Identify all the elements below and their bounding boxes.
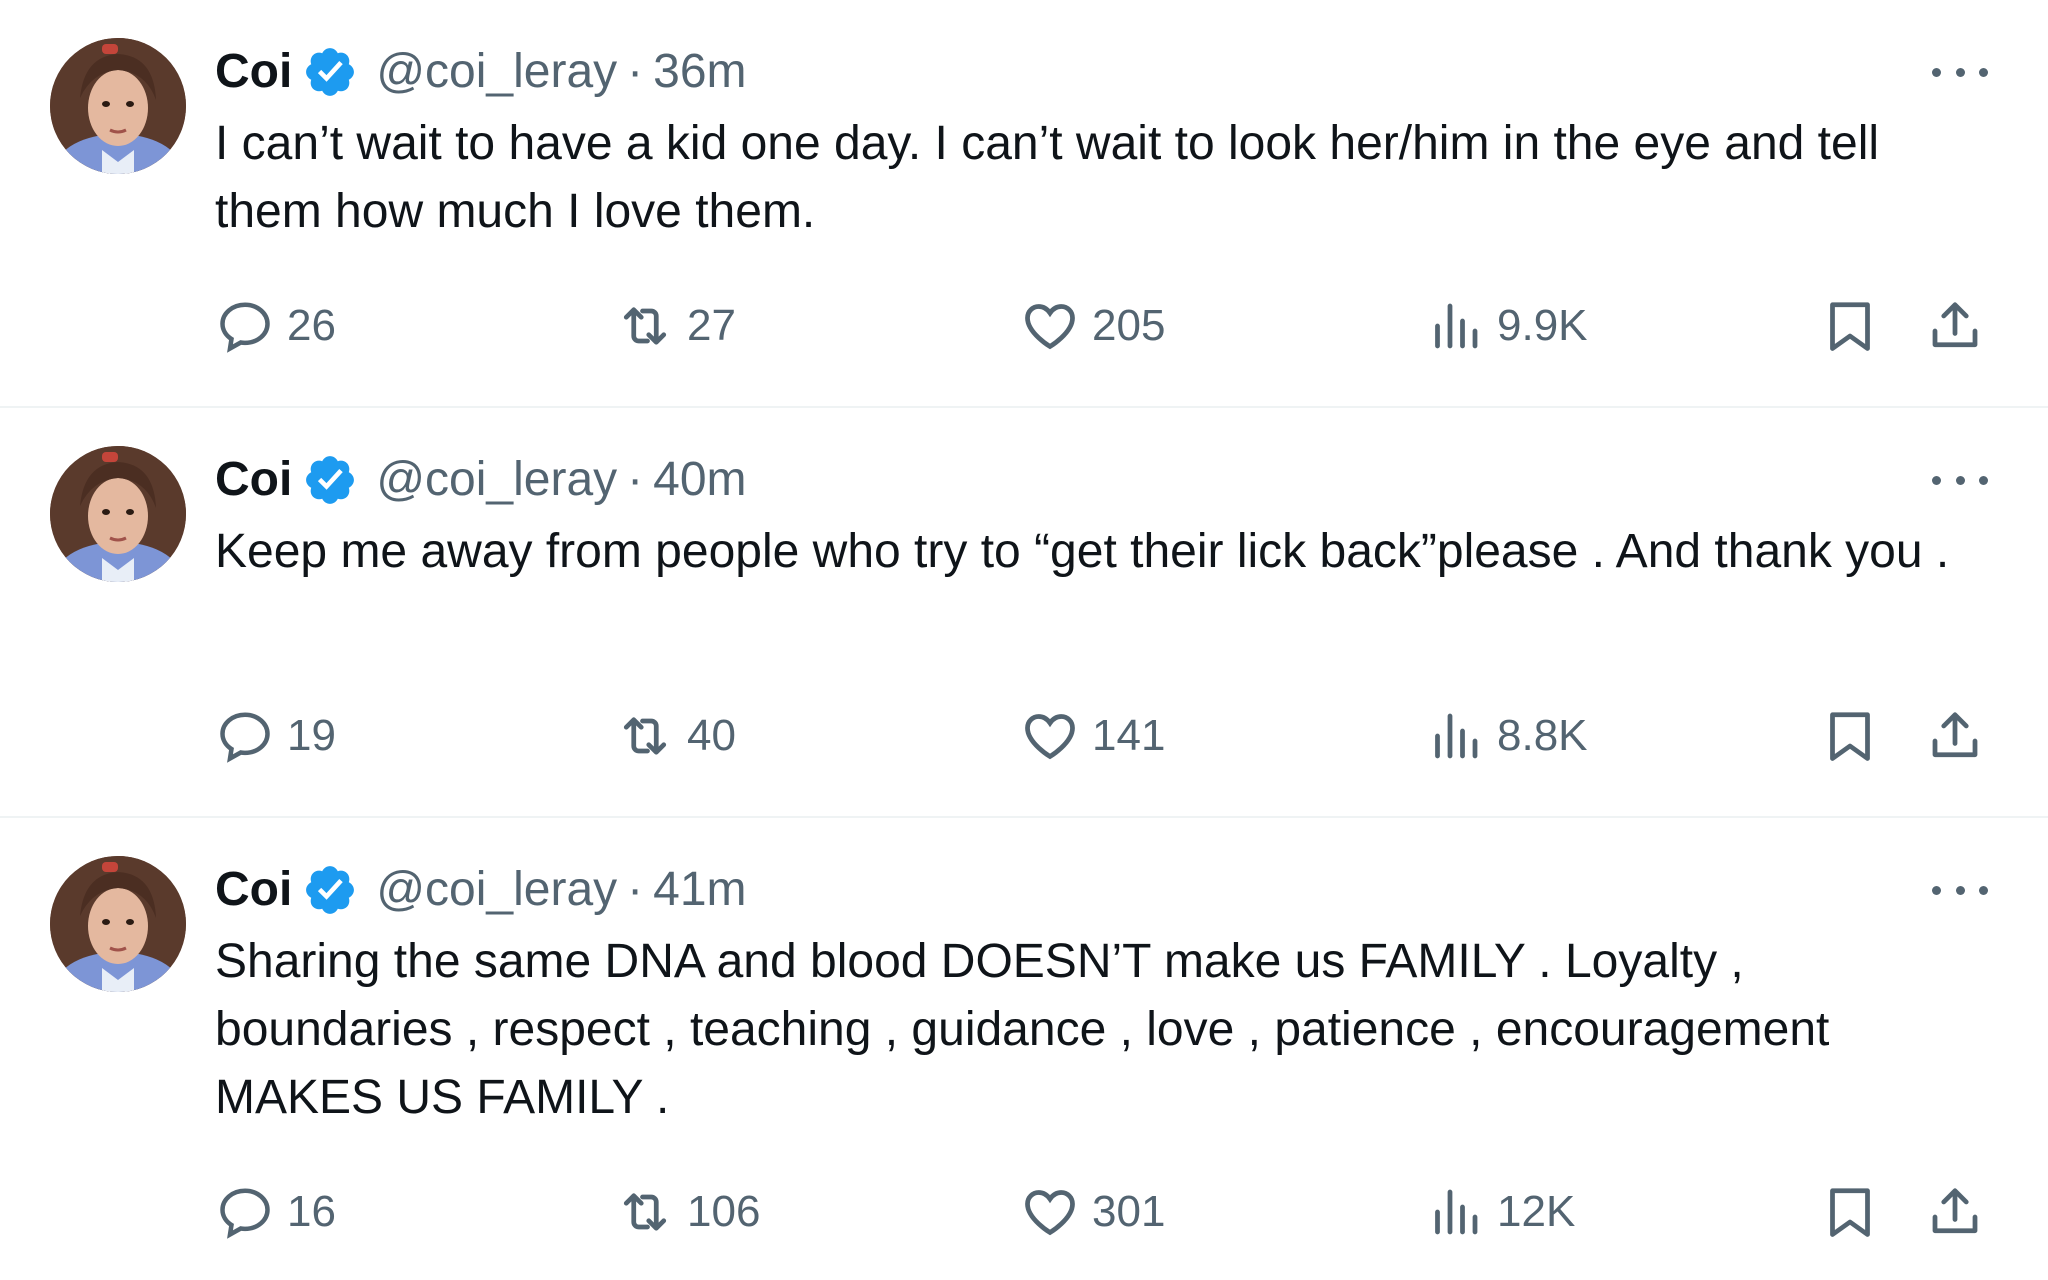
avatar[interactable] — [50, 856, 186, 992]
view-count: 12K — [1497, 1187, 1576, 1236]
reply-button[interactable]: 26 — [215, 294, 336, 358]
view-count: 9.9K — [1497, 301, 1588, 350]
views-button[interactable]: 8.8K — [1425, 704, 1588, 768]
tweet-body: Coi @coi_leray · 41m Sharing the same DN… — [215, 848, 1988, 1132]
display-name[interactable]: Coi — [215, 866, 292, 914]
tweet-header: Coi @coi_leray · 36m — [215, 30, 1988, 114]
bookmark-button[interactable] — [1820, 1180, 1892, 1244]
views-chart-icon — [1435, 303, 1478, 349]
more-options-icon[interactable] — [1932, 460, 1988, 500]
action-bar: 19 40 141 8.8K — [215, 704, 1988, 768]
tweet-body: Coi @coi_leray · 40m Keep me away from p… — [215, 438, 1988, 586]
action-bar: 26 27 205 9.9K — [215, 294, 1988, 358]
like-button[interactable]: 141 — [1020, 704, 1165, 768]
bookmark-button[interactable] — [1820, 294, 1892, 358]
retweet-button[interactable]: 27 — [615, 294, 736, 358]
verified-badge-icon — [302, 452, 358, 508]
retweet-button[interactable]: 106 — [615, 1180, 760, 1244]
share-icon — [1932, 1188, 1978, 1234]
view-count: 8.8K — [1497, 711, 1588, 760]
views-chart-icon — [1435, 713, 1478, 759]
tweet-body: Coi @coi_leray · 36m I can’t wait to hav… — [215, 30, 1988, 246]
bookmark-icon — [1830, 302, 1870, 351]
views-button[interactable]: 9.9K — [1425, 294, 1588, 358]
tweet-header: Coi @coi_leray · 41m — [215, 848, 1988, 932]
reply-button[interactable]: 19 — [215, 704, 336, 768]
bookmark-button[interactable] — [1820, 704, 1892, 768]
reply-count: 16 — [287, 1187, 336, 1236]
heart-icon — [1025, 1190, 1075, 1236]
share-icon — [1932, 712, 1978, 758]
user-handle[interactable]: @coi_leray — [376, 866, 617, 914]
share-button[interactable] — [1925, 1180, 1997, 1244]
retweet-icon — [623, 1193, 667, 1231]
retweet-count: 27 — [687, 301, 736, 350]
separator-dot: · — [627, 863, 644, 916]
share-button[interactable] — [1925, 294, 1997, 358]
share-icon — [1932, 302, 1978, 348]
verified-badge-icon — [302, 862, 358, 918]
separator-dot: · — [627, 45, 644, 98]
more-options-icon[interactable] — [1932, 870, 1988, 910]
retweet-button[interactable]: 40 — [615, 704, 736, 768]
tweet-feed: Coi @coi_leray · 36m I can’t wait to hav… — [0, 0, 2048, 1280]
user-handle[interactable]: @coi_leray — [376, 456, 617, 504]
action-bar: 16 106 301 12K — [215, 1180, 1988, 1244]
like-button[interactable]: 301 — [1020, 1180, 1165, 1244]
like-button[interactable]: 205 — [1020, 294, 1165, 358]
retweet-count: 106 — [687, 1187, 761, 1236]
views-chart-icon — [1435, 1189, 1478, 1235]
heart-icon — [1025, 714, 1075, 760]
reply-icon — [220, 1188, 270, 1239]
avatar[interactable] — [50, 38, 186, 174]
more-options-icon[interactable] — [1932, 52, 1988, 92]
like-count: 141 — [1092, 711, 1166, 760]
views-button[interactable]: 12K — [1425, 1180, 1575, 1244]
retweet-count: 40 — [687, 711, 736, 760]
display-name[interactable]: Coi — [215, 456, 292, 504]
reply-button[interactable]: 16 — [215, 1180, 336, 1244]
separator-dot: · — [627, 453, 644, 506]
retweet-icon — [623, 307, 667, 345]
display-name[interactable]: Coi — [215, 48, 292, 96]
tweet-text: Sharing the same DNA and blood DOESN’T m… — [215, 935, 1843, 1124]
reply-count: 26 — [287, 301, 336, 350]
timestamp[interactable]: 36m — [653, 48, 746, 96]
reply-count: 19 — [287, 711, 336, 760]
reply-icon — [220, 712, 270, 763]
user-handle[interactable]: @coi_leray — [376, 48, 617, 96]
tweet-text: I can’t wait to have a kid one day. I ca… — [215, 117, 1893, 238]
bookmark-icon — [1830, 712, 1870, 761]
retweet-icon — [623, 717, 667, 755]
tweet[interactable]: Coi @coi_leray · 41m Sharing the same DN… — [0, 818, 2048, 1280]
verified-badge-icon — [302, 44, 358, 100]
bookmark-icon — [1830, 1188, 1870, 1237]
avatar[interactable] — [50, 446, 186, 582]
heart-icon — [1025, 304, 1075, 350]
tweet[interactable]: Coi @coi_leray · 40m Keep me away from p… — [0, 408, 2048, 818]
tweet-header: Coi @coi_leray · 40m — [215, 438, 1988, 522]
timestamp[interactable]: 40m — [653, 456, 746, 504]
tweet-text: Keep me away from people who try to “get… — [215, 525, 1950, 578]
share-button[interactable] — [1925, 704, 1997, 768]
like-count: 301 — [1092, 1187, 1166, 1236]
reply-icon — [220, 302, 270, 353]
tweet[interactable]: Coi @coi_leray · 36m I can’t wait to hav… — [0, 0, 2048, 408]
timestamp[interactable]: 41m — [653, 866, 746, 914]
like-count: 205 — [1092, 301, 1166, 350]
